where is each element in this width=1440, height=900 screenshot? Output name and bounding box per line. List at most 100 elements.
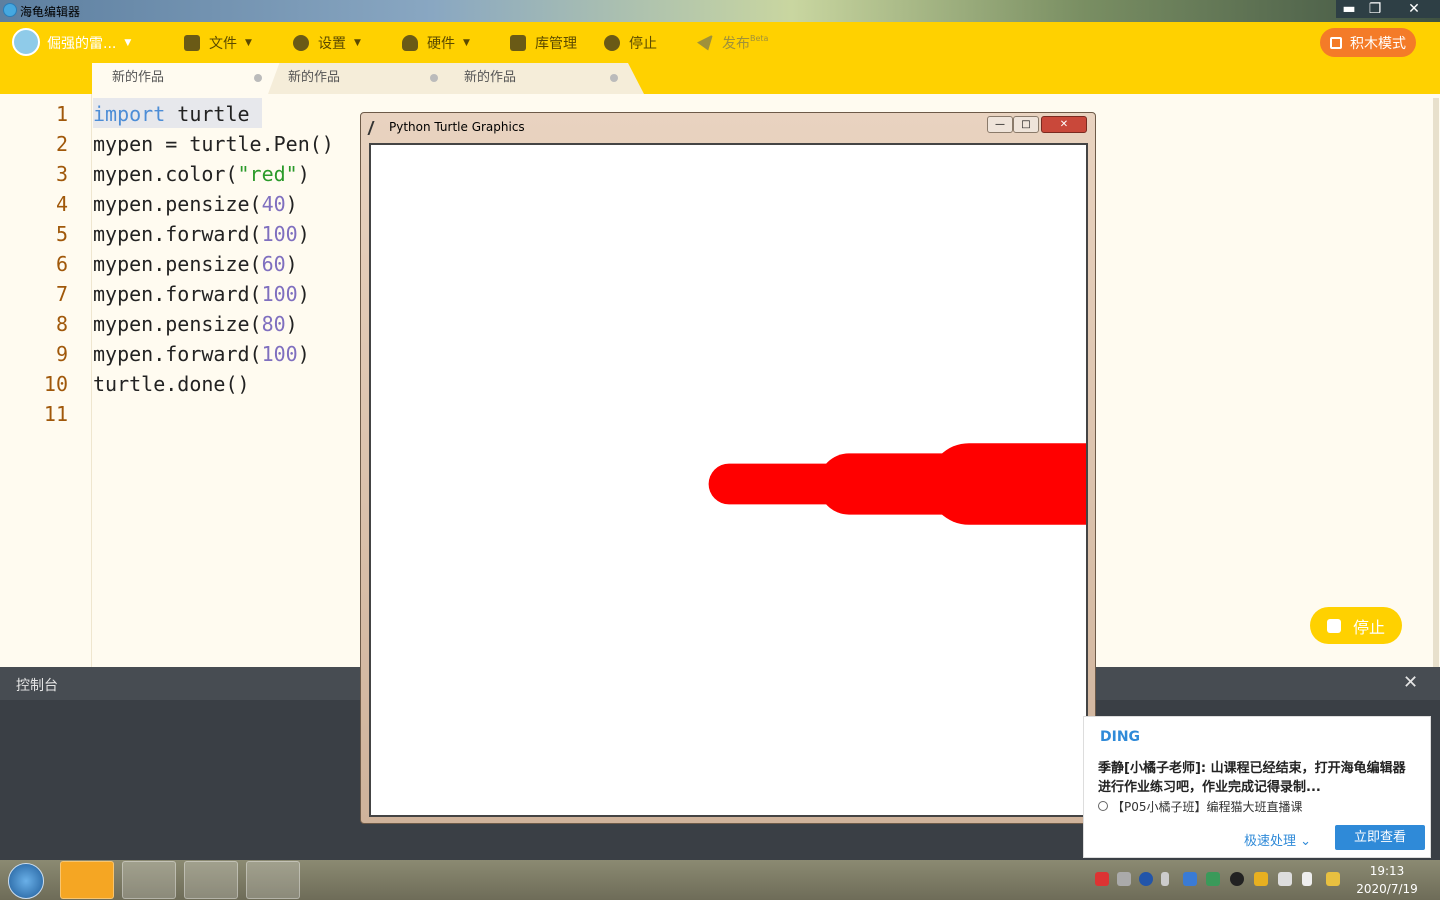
notification-message: 季静[小橘子老师]: 山课程已经结束，打开海龟编辑器进行作业练习吧，作业完成记得… [1098,761,1406,795]
volume-icon[interactable] [1302,872,1312,886]
code-token: 100 [261,342,298,366]
stop-label: 停止 [629,35,657,52]
python-feather-taskbar-icon[interactable] [246,861,300,899]
code-token: mypen.forward( [93,342,262,366]
gear-icon [293,34,309,51]
main-toolbar: 倔强的雷... ▼ 文件 ▼ 设置 ▼ 硬件 ▼ 库管理 停止 发布 Beta … [0,22,1440,63]
notification-source: 【P05小橘子班】编程猫大班直播课 [1098,798,1303,815]
app-taskbar-icon[interactable] [184,861,238,899]
paper-plane-icon [697,34,713,51]
publish-label: 发布 [722,35,750,52]
tab-label: 新的作品 [464,70,517,85]
turtle-canvas[interactable] [369,143,1130,817]
user-menu[interactable]: 倔强的雷... ▼ [47,22,131,63]
code-line[interactable]: mypen.pensize(40) [93,192,298,216]
line-number: 10 [43,372,68,396]
app-title-bar: 海龟编辑器 ▬ ❐ ✕ [0,0,1440,22]
tab-3[interactable]: 新的作品 [444,63,644,94]
library-manager-button[interactable]: 库管理 [510,22,577,63]
code-line[interactable]: turtle.done() [93,372,250,396]
person-icon [1098,801,1108,811]
code-line[interactable]: mypen.color("red") [93,162,310,186]
code-line[interactable]: mypen.forward(100) [93,342,310,366]
folder-tray-icon[interactable] [1326,872,1340,886]
toolbar-stop-button[interactable]: 停止 [604,22,657,63]
security-icon[interactable] [1254,872,1268,886]
code-line[interactable]: import turtle [93,102,250,126]
block-mode-button[interactable]: 积木模式 [1320,28,1416,57]
notification-source-text: 【P05小橘子班】编程猫大班直播课 [1112,800,1303,814]
stop-square-icon [1326,618,1341,633]
code-token: mypen.pensize( [93,312,262,336]
library-label: 库管理 [535,35,577,52]
code-token: ) [285,192,298,216]
turtle-minimize-button[interactable]: — [987,116,1013,133]
unsaved-dot-icon[interactable] [254,74,262,82]
code-token: mypen.pensize( [93,192,262,216]
system-clock[interactable]: 19:13 2020/7/19 [1350,862,1424,898]
tab-2[interactable]: 新的作品 [268,63,458,94]
windows-taskbar: 19:13 2020/7/19 [0,860,1440,900]
code-token: import [93,102,166,126]
unsaved-dot-icon[interactable] [430,74,438,82]
file-menu[interactable]: 文件 ▼ [184,22,252,63]
settings-menu[interactable]: 设置 ▼ [293,22,361,63]
close-icon[interactable]: ✕ [1403,672,1418,693]
code-token: ) [297,342,310,366]
help-icon[interactable] [1139,872,1153,886]
code-token: mypen = turtle.Pen() [93,132,334,156]
start-button[interactable] [8,863,44,899]
code-line[interactable]: mypen.forward(100) [93,222,310,246]
code-token: "red" [237,162,298,186]
stop-run-button[interactable]: 停止 [1310,607,1402,644]
publish-button[interactable]: 发布 Beta [697,22,768,63]
tab-label: 新的作品 [112,70,165,85]
stop-circle-icon [604,34,620,51]
turtle-maximize-button[interactable]: □ [1013,116,1039,133]
code-line[interactable]: mypen.pensize(60) [93,252,298,276]
keyboard-icon[interactable] [1117,872,1131,886]
line-number: 1 [55,102,68,126]
tray-green-icon[interactable] [1206,872,1220,886]
user-avatar[interactable] [12,28,40,56]
code-token: 60 [261,252,286,276]
minimize-button[interactable]: ▬ [1336,0,1362,18]
turtle-drawing [708,443,1130,525]
code-line[interactable]: mypen.pensize(80) [93,312,298,336]
tray-arrow-icon[interactable] [1161,872,1169,886]
dingtalk-taskbar-icon[interactable] [60,861,114,899]
code-token: turtle.done() [93,372,250,396]
folder-icon [184,34,200,51]
view-now-button[interactable]: 立即查看 [1335,825,1425,850]
block-mode-label: 积木模式 [1350,35,1406,52]
shield-icon[interactable] [1183,872,1197,886]
clock-date: 2020/7/19 [1356,882,1418,896]
code-line[interactable]: mypen.forward(100) [93,282,310,306]
fast-handle-link[interactable]: 极速处理 ⌄ [1244,830,1311,849]
tray-app-icon[interactable] [1095,872,1109,886]
tab-label: 新的作品 [288,70,341,85]
editor-scrollbar[interactable] [1433,98,1439,667]
qq-icon[interactable] [1230,872,1244,886]
turtle-close-button[interactable]: ✕ [1041,116,1087,133]
console-title: 控制台 [16,678,58,694]
network-icon[interactable] [1278,872,1292,886]
code-token: ) [285,312,298,336]
ding-notification[interactable]: DING 季静[小橘子老师]: 山课程已经结束，打开海龟编辑器进行作业练习吧，作… [1083,716,1431,858]
turtle-editor-taskbar-icon[interactable] [122,861,176,899]
unsaved-dot-icon[interactable] [610,74,618,82]
code-token: 100 [261,222,298,246]
close-window-button[interactable]: ✕ [1388,0,1440,18]
hardware-menu-label: 硬件 [427,35,455,52]
restore-button[interactable]: ❐ [1362,0,1388,18]
code-token: ) [297,222,310,246]
tab-active[interactable]: 新的作品 [92,63,282,94]
hardware-menu[interactable]: 硬件 ▼ [402,22,470,63]
feather-icon [367,121,381,135]
line-number: 7 [55,282,68,306]
robot-icon [402,34,418,51]
turtle-app-icon [3,3,17,17]
code-line[interactable]: mypen = turtle.Pen() [93,132,334,156]
chevron-down-icon: ⌄ [1300,834,1312,849]
code-token: 40 [261,192,286,216]
